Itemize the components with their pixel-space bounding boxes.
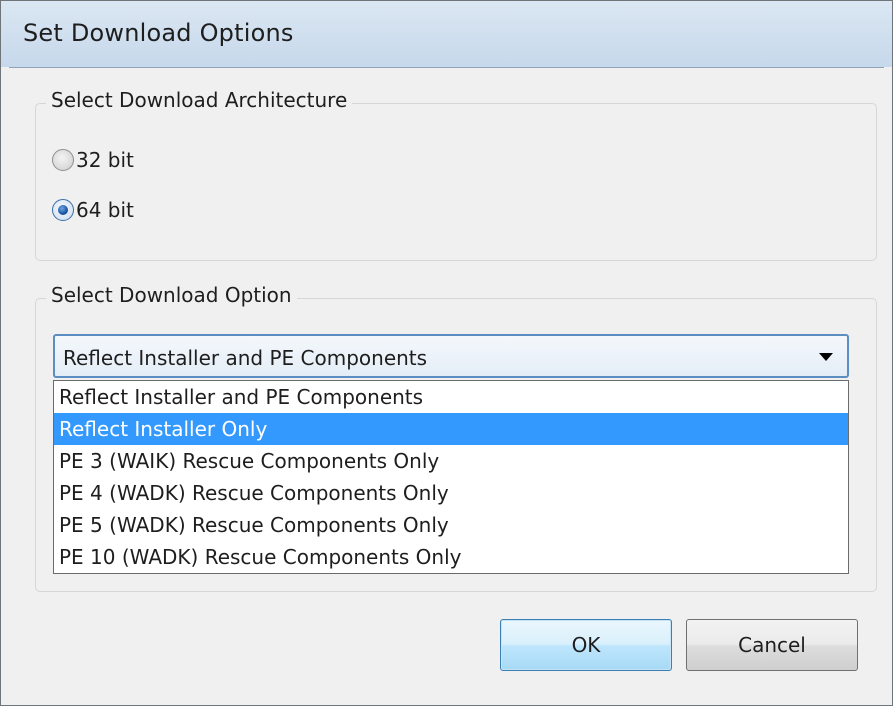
window-title: Set Download Options (23, 19, 294, 47)
dropdown-item-pe10-wadk[interactable]: PE 10 (WADK) Rescue Components Only (54, 541, 848, 573)
radio-64-bit-label[interactable]: 64 bit (76, 198, 134, 222)
dropdown-item-pe3-waik[interactable]: PE 3 (WAIK) Rescue Components Only (54, 445, 848, 477)
dialog-body: Select Download Architecture 32 bit 64 b… (9, 67, 884, 697)
dropdown-item-pe4-wadk[interactable]: PE 4 (WADK) Rescue Components Only (54, 477, 848, 509)
architecture-group-legend: Select Download Architecture (46, 88, 353, 112)
dropdown-item-reflect-installer-only[interactable]: Reflect Installer Only (54, 413, 848, 445)
ok-button[interactable]: OK (500, 619, 672, 671)
radio-button-64-bit-icon[interactable] (52, 199, 74, 221)
download-option-selected-value: Reflect Installer and PE Components (63, 346, 428, 370)
radio-32-bit[interactable]: 32 bit (52, 148, 134, 172)
radio-32-bit-label[interactable]: 32 bit (76, 148, 134, 172)
architecture-group: Select Download Architecture 32 bit 64 b… (35, 88, 877, 261)
cancel-button[interactable]: Cancel (686, 619, 858, 671)
radio-button-32-bit-icon[interactable] (52, 149, 74, 171)
dropdown-item-pe5-wadk[interactable]: PE 5 (WADK) Rescue Components Only (54, 509, 848, 541)
title-bar[interactable]: Set Download Options (1, 1, 892, 67)
download-option-combobox[interactable]: Reflect Installer and PE Components (53, 334, 849, 378)
set-download-options-dialog: Set Download Options Select Download Arc… (0, 0, 893, 706)
download-option-group-legend: Select Download Option (46, 283, 297, 307)
download-option-group: Select Download Option Reflect Installer… (35, 283, 877, 592)
radio-64-bit[interactable]: 64 bit (52, 198, 134, 222)
chevron-down-icon[interactable] (819, 353, 833, 361)
dropdown-item-reflect-installer-and-pe[interactable]: Reflect Installer and PE Components (54, 381, 848, 413)
download-option-dropdown-list: Reflect Installer and PE Components Refl… (53, 380, 849, 574)
